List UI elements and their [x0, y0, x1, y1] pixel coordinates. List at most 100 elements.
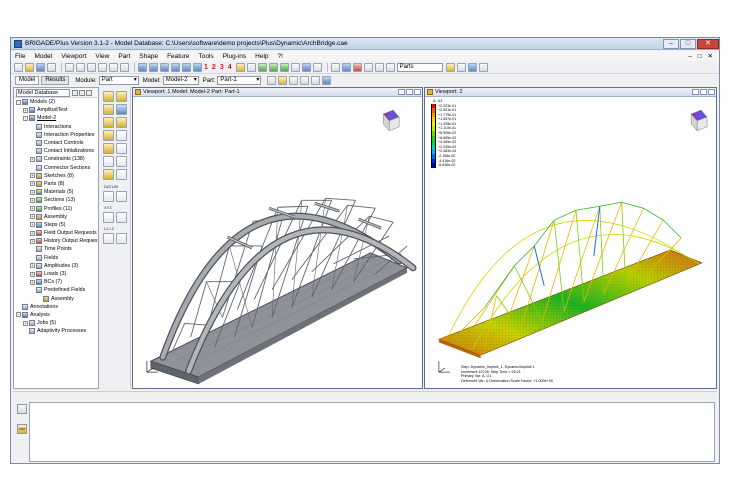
- tree-item[interactable]: Interaction Properties: [14, 131, 98, 139]
- expand-icon[interactable]: +: [30, 271, 35, 277]
- repair-icon[interactable]: [116, 143, 127, 154]
- part-rename-icon[interactable]: [300, 76, 310, 85]
- auto-fit-icon[interactable]: [109, 63, 118, 72]
- menu-tools[interactable]: Tools: [198, 53, 213, 60]
- tree-item[interactable]: - Model-2: [14, 114, 98, 122]
- part-copy-icon[interactable]: [289, 76, 299, 85]
- hidden-line-icon[interactable]: [279, 63, 289, 72]
- expand-icon[interactable]: +: [23, 107, 28, 113]
- datum-axis-icon[interactable]: [116, 191, 127, 202]
- iso-view-icon[interactable]: [235, 63, 245, 72]
- create-solid-extrude-icon[interactable]: [103, 104, 114, 115]
- tree-item[interactable]: + Loads (3): [14, 270, 98, 278]
- viewport-1-close-button[interactable]: [414, 89, 421, 95]
- collapse-icon[interactable]: -: [16, 99, 21, 105]
- expand-icon[interactable]: +: [30, 222, 35, 228]
- mdi-window-controls[interactable]: – □ ✕: [688, 52, 715, 60]
- expand-icon[interactable]: +: [23, 320, 28, 326]
- python-console-icon[interactable]: >>>: [17, 424, 27, 434]
- create-shell-icon[interactable]: [116, 104, 127, 115]
- filter-icon[interactable]: [72, 89, 78, 96]
- menu-plug-ins[interactable]: Plug-ins: [223, 53, 246, 60]
- collapse-icon[interactable]: -: [23, 115, 28, 121]
- part-manager-icon[interactable]: [267, 76, 277, 85]
- view-right-icon[interactable]: [171, 63, 180, 72]
- model-database-select[interactable]: Model Database: [16, 88, 70, 97]
- delete-feature-icon[interactable]: [116, 169, 127, 180]
- viewport-2[interactable]: Viewport: 2 A, U1 +2.223e-01 +2.001e-01 …: [424, 87, 717, 389]
- zoom-box-icon[interactable]: [98, 63, 107, 72]
- message-output-box[interactable]: [29, 402, 715, 462]
- expand-icon[interactable]: +: [30, 206, 35, 212]
- query-icon[interactable]: [330, 63, 340, 72]
- create-cut-icon[interactable]: [103, 117, 114, 128]
- view-front-icon[interactable]: [138, 63, 147, 72]
- open-folder-icon[interactable]: [25, 63, 34, 72]
- menu-viewport[interactable]: Viewport: [61, 53, 86, 60]
- expand-icon[interactable]: +: [30, 181, 35, 187]
- mirror-icon[interactable]: [116, 130, 127, 141]
- feature-manager-icon[interactable]: [116, 156, 127, 167]
- module-select[interactable]: Part: [98, 76, 139, 85]
- tab-model[interactable]: Model: [15, 76, 40, 85]
- menu-feature[interactable]: Feature: [167, 53, 189, 60]
- color-palette-icon[interactable]: [445, 63, 455, 72]
- tree-item[interactable]: + Sections (13): [14, 196, 98, 204]
- part-create-icon[interactable]: [278, 76, 288, 85]
- magnify-icon[interactable]: [87, 63, 96, 72]
- render-style-combo-icon[interactable]: [246, 63, 256, 72]
- tree-item[interactable]: - Analysis: [14, 311, 98, 319]
- tree-item[interactable]: + History Output Requests (: [14, 237, 98, 245]
- tree-item[interactable]: - Models (2): [14, 98, 98, 106]
- tree-item[interactable]: + Assembly: [14, 213, 98, 221]
- view-top-icon[interactable]: [182, 63, 191, 72]
- datum-point-icon[interactable]: [103, 191, 114, 202]
- model-select[interactable]: Model-2: [162, 76, 199, 85]
- tree-item[interactable]: + Constraints (138): [14, 155, 98, 163]
- viewport-2-minimize-button[interactable]: [692, 89, 699, 95]
- tree-item[interactable]: + Steps (5): [14, 221, 98, 229]
- arrow-select-icon[interactable]: [312, 63, 322, 72]
- tree-item[interactable]: + Field Output Requests (2): [14, 229, 98, 237]
- expand-icon[interactable]: +: [30, 197, 35, 203]
- viewport-1-maximize-button[interactable]: [406, 89, 413, 95]
- datum-csys-icon[interactable]: [103, 212, 114, 223]
- new-file-icon[interactable]: [14, 63, 23, 72]
- tree-item[interactable]: Annotations: [14, 303, 98, 311]
- tab-results[interactable]: Results: [41, 76, 70, 85]
- tree-item[interactable]: Time Points: [14, 245, 98, 253]
- maximize-button[interactable]: □: [680, 38, 696, 49]
- part-select[interactable]: Part-1: [217, 76, 262, 85]
- menu-part[interactable]: Part: [118, 53, 130, 60]
- view-cube-icon[interactable]: [383, 109, 400, 132]
- datum-plane-icon[interactable]: [116, 212, 127, 223]
- bridge-model-view[interactable]: [133, 97, 422, 388]
- sketch-icon[interactable]: [103, 156, 114, 167]
- view-2-button[interactable]: 2: [212, 64, 216, 71]
- view-3-button[interactable]: 3: [220, 64, 224, 71]
- tree-item[interactable]: + Jobs (5): [14, 319, 98, 327]
- viewport-2-close-button[interactable]: [708, 89, 715, 95]
- measure-icon[interactable]: [103, 233, 114, 244]
- part-datum-icon[interactable]: [322, 76, 332, 85]
- create-part-icon[interactable]: [103, 91, 114, 102]
- tree-item[interactable]: + Parts (8): [14, 180, 98, 188]
- tree-item[interactable]: + Amplitudes (3): [14, 262, 98, 270]
- tree-item[interactable]: + BCs (7): [14, 278, 98, 286]
- view-4-button[interactable]: 4: [228, 64, 232, 71]
- tree-item[interactable]: Contact Controls: [14, 139, 98, 147]
- tree-item[interactable]: + Profiles (11): [14, 204, 98, 212]
- show-all-icon[interactable]: [374, 63, 384, 72]
- part-query-icon[interactable]: [103, 169, 114, 180]
- expand-icon[interactable]: +: [30, 230, 35, 236]
- tree-item[interactable]: Contact Initializations: [14, 147, 98, 155]
- whats-this-icon[interactable]: [478, 63, 488, 72]
- collapse-all-icon[interactable]: [86, 89, 92, 96]
- expand-icon[interactable]: +: [30, 156, 35, 162]
- print-icon[interactable]: [47, 63, 56, 72]
- partition-icon[interactable]: [103, 143, 114, 154]
- create-wire-icon[interactable]: [103, 130, 114, 141]
- replace-all-icon[interactable]: [363, 63, 373, 72]
- tree-item[interactable]: Interactions: [14, 123, 98, 131]
- select-icon[interactable]: [301, 63, 311, 72]
